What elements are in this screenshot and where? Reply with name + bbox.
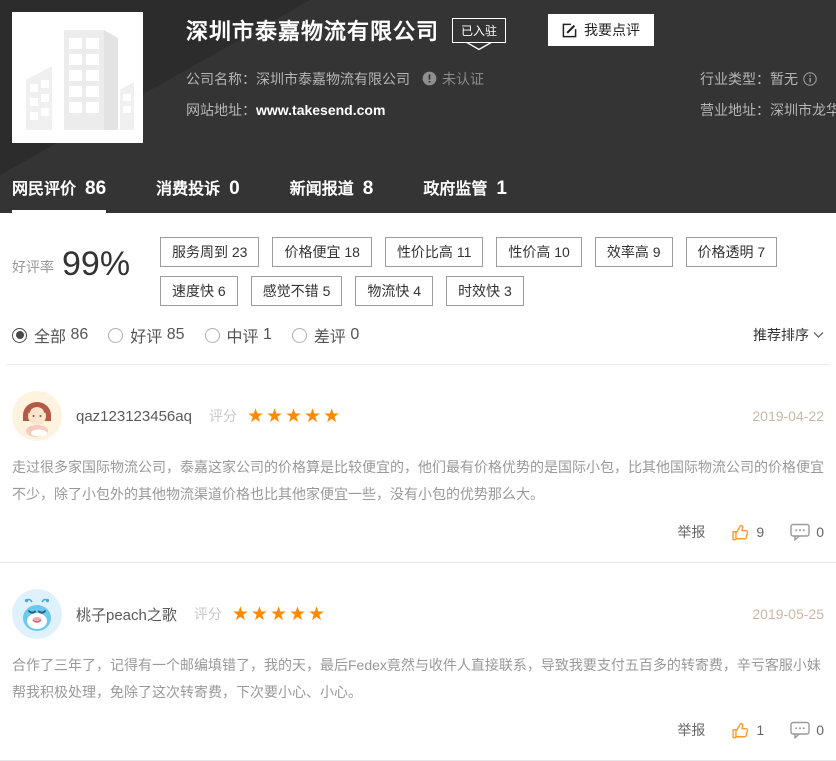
like-count: 9 [756, 524, 764, 540]
address-label: 营业地址： [700, 100, 770, 120]
review-username: qaz123123456aq [76, 408, 192, 425]
tag-fast-logistics[interactable]: 物流快 4 [355, 276, 433, 306]
write-review-label: 我要点评 [584, 20, 640, 40]
like-button[interactable]: 9 [731, 523, 764, 542]
radio-icon [12, 328, 27, 343]
comment-bubble-icon [790, 721, 810, 739]
avatar [12, 589, 62, 639]
badge-ribbon-tail-icon [465, 42, 493, 51]
star-rating: ★★★★★ [247, 407, 342, 426]
tab-user-reviews[interactable]: 网民评价 86 [12, 175, 106, 213]
filter-label: 中评 [227, 323, 259, 347]
address-value: 深圳市龙华新 [770, 100, 836, 120]
report-link[interactable]: 举报 [677, 522, 705, 542]
website-label: 网站地址： [186, 100, 256, 120]
review-text: 合作了三年了，记得有一个邮编填错了，我的天，最后Fedex竟然与收件人直接联系，… [12, 652, 824, 706]
verify-status-label: 未认证 [442, 69, 484, 89]
review-filter-bar: 全部 86 好评 85 中评 1 差评 0 推荐排序 [0, 315, 836, 347]
write-review-button[interactable]: 我要点评 [548, 14, 654, 46]
girl-avatar-icon [12, 391, 62, 441]
score-label: 评分 [209, 406, 237, 426]
review-text: 走过很多家国际物流公司，泰嘉这家公司的价格算是比较便宜的，他们最有价格优势的是国… [12, 454, 824, 508]
industry-label: 行业类型： [700, 69, 770, 89]
tab-count: 1 [496, 178, 507, 200]
tab-label: 政府监管 [423, 175, 487, 199]
filter-label: 全部 [34, 323, 66, 347]
comment-button[interactable]: 0 [790, 721, 824, 739]
tag-fast-speed[interactable]: 速度快 6 [160, 276, 238, 306]
tag-cheap-price[interactable]: 价格便宜 18 [272, 237, 371, 267]
sort-label: 推荐排序 [753, 325, 809, 345]
verify-status: 未认证 [422, 69, 484, 89]
page-title: 深圳市泰嘉物流有限公司 [186, 14, 439, 46]
radio-icon [292, 328, 307, 343]
filter-count: 1 [263, 326, 272, 344]
review-item: qaz123123456aq 评分 ★★★★★ 2019-04-22 走过很多家… [0, 365, 836, 563]
tag-transparent-price[interactable]: 价格透明 7 [686, 237, 778, 267]
company-logo [12, 12, 143, 143]
tab-label: 消费投诉 [156, 175, 220, 199]
website-value[interactable]: www.takesend.com [256, 102, 385, 118]
thumbs-up-icon [731, 523, 750, 542]
sort-dropdown[interactable]: 推荐排序 [753, 325, 824, 345]
tab-government-regulation[interactable]: 政府监管 1 [423, 175, 507, 213]
like-count: 1 [756, 722, 764, 738]
tab-news-reports[interactable]: 新闻报道 8 [290, 175, 374, 213]
registered-badge-label: 已入驻 [461, 24, 497, 38]
company-name-value: 深圳市泰嘉物流有限公司 [256, 69, 410, 89]
positive-rate-value: 99% [62, 245, 130, 284]
tag-list: 服务周到 23 价格便宜 18 性价比高 11 性价高 10 效率高 9 价格透… [160, 237, 824, 315]
comment-count: 0 [816, 524, 824, 540]
review-date: 2019-04-22 [752, 408, 824, 424]
filter-positive[interactable]: 好评 85 [108, 323, 184, 347]
positive-rate-label: 好评率 [12, 245, 54, 277]
registered-badge: 已入驻 [452, 18, 506, 43]
tag-timely[interactable]: 时效快 3 [446, 276, 524, 306]
tab-count: 8 [363, 178, 374, 200]
filter-count: 85 [167, 326, 185, 344]
exclamation-circle-icon [422, 71, 437, 86]
tag-efficient[interactable]: 效率高 9 [595, 237, 673, 267]
comment-count: 0 [816, 722, 824, 738]
tab-consumer-complaints[interactable]: 消费投诉 0 [156, 175, 240, 213]
thumbs-up-icon [731, 721, 750, 740]
comment-bubble-icon [790, 523, 810, 541]
tab-count: 86 [85, 178, 106, 200]
filter-count: 0 [350, 326, 359, 344]
penguin-avatar-icon [12, 589, 62, 639]
score-label: 评分 [194, 604, 222, 624]
avatar [12, 391, 62, 441]
industry-value: 暂无 [770, 69, 798, 89]
tag-cost-effective[interactable]: 性价高 10 [496, 237, 581, 267]
company-header: 深圳市泰嘉物流有限公司 已入驻 我要点评 公司名称： 深圳市泰嘉物流有限公司 [0, 0, 836, 213]
filter-label: 差评 [314, 323, 346, 347]
info-icon[interactable] [803, 72, 817, 86]
report-link[interactable]: 举报 [677, 720, 705, 740]
review-date: 2019-05-25 [752, 606, 824, 622]
filter-label: 好评 [130, 323, 162, 347]
radio-icon [108, 328, 123, 343]
tab-count: 0 [229, 178, 240, 200]
building-icon [12, 12, 143, 143]
radio-icon [205, 328, 220, 343]
review-item: 桃子peach之歌 评分 ★★★★★ 2019-05-25 合作了三年了，记得有… [0, 563, 836, 761]
star-rating: ★★★★★ [232, 605, 327, 624]
edit-icon [562, 23, 577, 38]
tab-label: 网民评价 [12, 175, 76, 199]
review-username: 桃子peach之歌 [76, 604, 177, 625]
filter-neutral[interactable]: 中评 1 [205, 323, 272, 347]
tag-service[interactable]: 服务周到 23 [160, 237, 259, 267]
filter-count: 86 [70, 326, 88, 344]
filter-all[interactable]: 全部 86 [12, 323, 88, 347]
chevron-down-icon [813, 331, 824, 339]
comment-button[interactable]: 0 [790, 523, 824, 541]
tab-label: 新闻报道 [290, 175, 354, 199]
like-button[interactable]: 1 [731, 721, 764, 740]
company-name-label: 公司名称： [186, 69, 256, 89]
tab-bar: 网民评价 86 消费投诉 0 新闻报道 8 政府监管 1 [12, 175, 557, 213]
tag-feels-good[interactable]: 感觉不错 5 [251, 276, 343, 306]
rating-summary: 好评率 99% 服务周到 23 价格便宜 18 性价比高 11 性价高 10 效… [0, 213, 836, 315]
filter-negative[interactable]: 差评 0 [292, 323, 359, 347]
tag-cost-effective-high[interactable]: 性价比高 11 [385, 237, 483, 267]
